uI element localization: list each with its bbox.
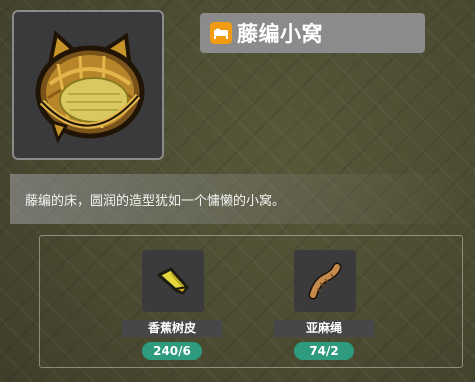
material-name: 亚麻绳 bbox=[274, 320, 374, 337]
material-slot[interactable] bbox=[294, 250, 356, 312]
rattan-bed-icon bbox=[35, 30, 145, 144]
material-count-badge: 74/2 bbox=[294, 342, 354, 360]
bed-icon bbox=[210, 22, 232, 44]
item-description-band: 藤编的床，圆润的造型犹如一个慵懒的小窝。 bbox=[10, 174, 463, 224]
materials-panel bbox=[39, 235, 463, 368]
material-item[interactable]: 香蕉树皮 240/6 bbox=[122, 250, 232, 362]
material-count-badge: 240/6 bbox=[142, 342, 202, 360]
material-item[interactable]: 亚麻绳 74/2 bbox=[274, 250, 384, 362]
material-name: 香蕉树皮 bbox=[122, 320, 222, 337]
item-title: 藤编小窝 bbox=[237, 22, 323, 46]
material-slot[interactable] bbox=[142, 250, 204, 312]
flax-rope-icon bbox=[308, 262, 342, 300]
item-title-bar: 藤编小窝 bbox=[200, 13, 425, 53]
item-image-frame bbox=[12, 10, 164, 160]
banana-bark-icon bbox=[157, 267, 190, 295]
item-description: 藤编的床，圆润的造型犹如一个慵懒的小窝。 bbox=[25, 193, 286, 209]
